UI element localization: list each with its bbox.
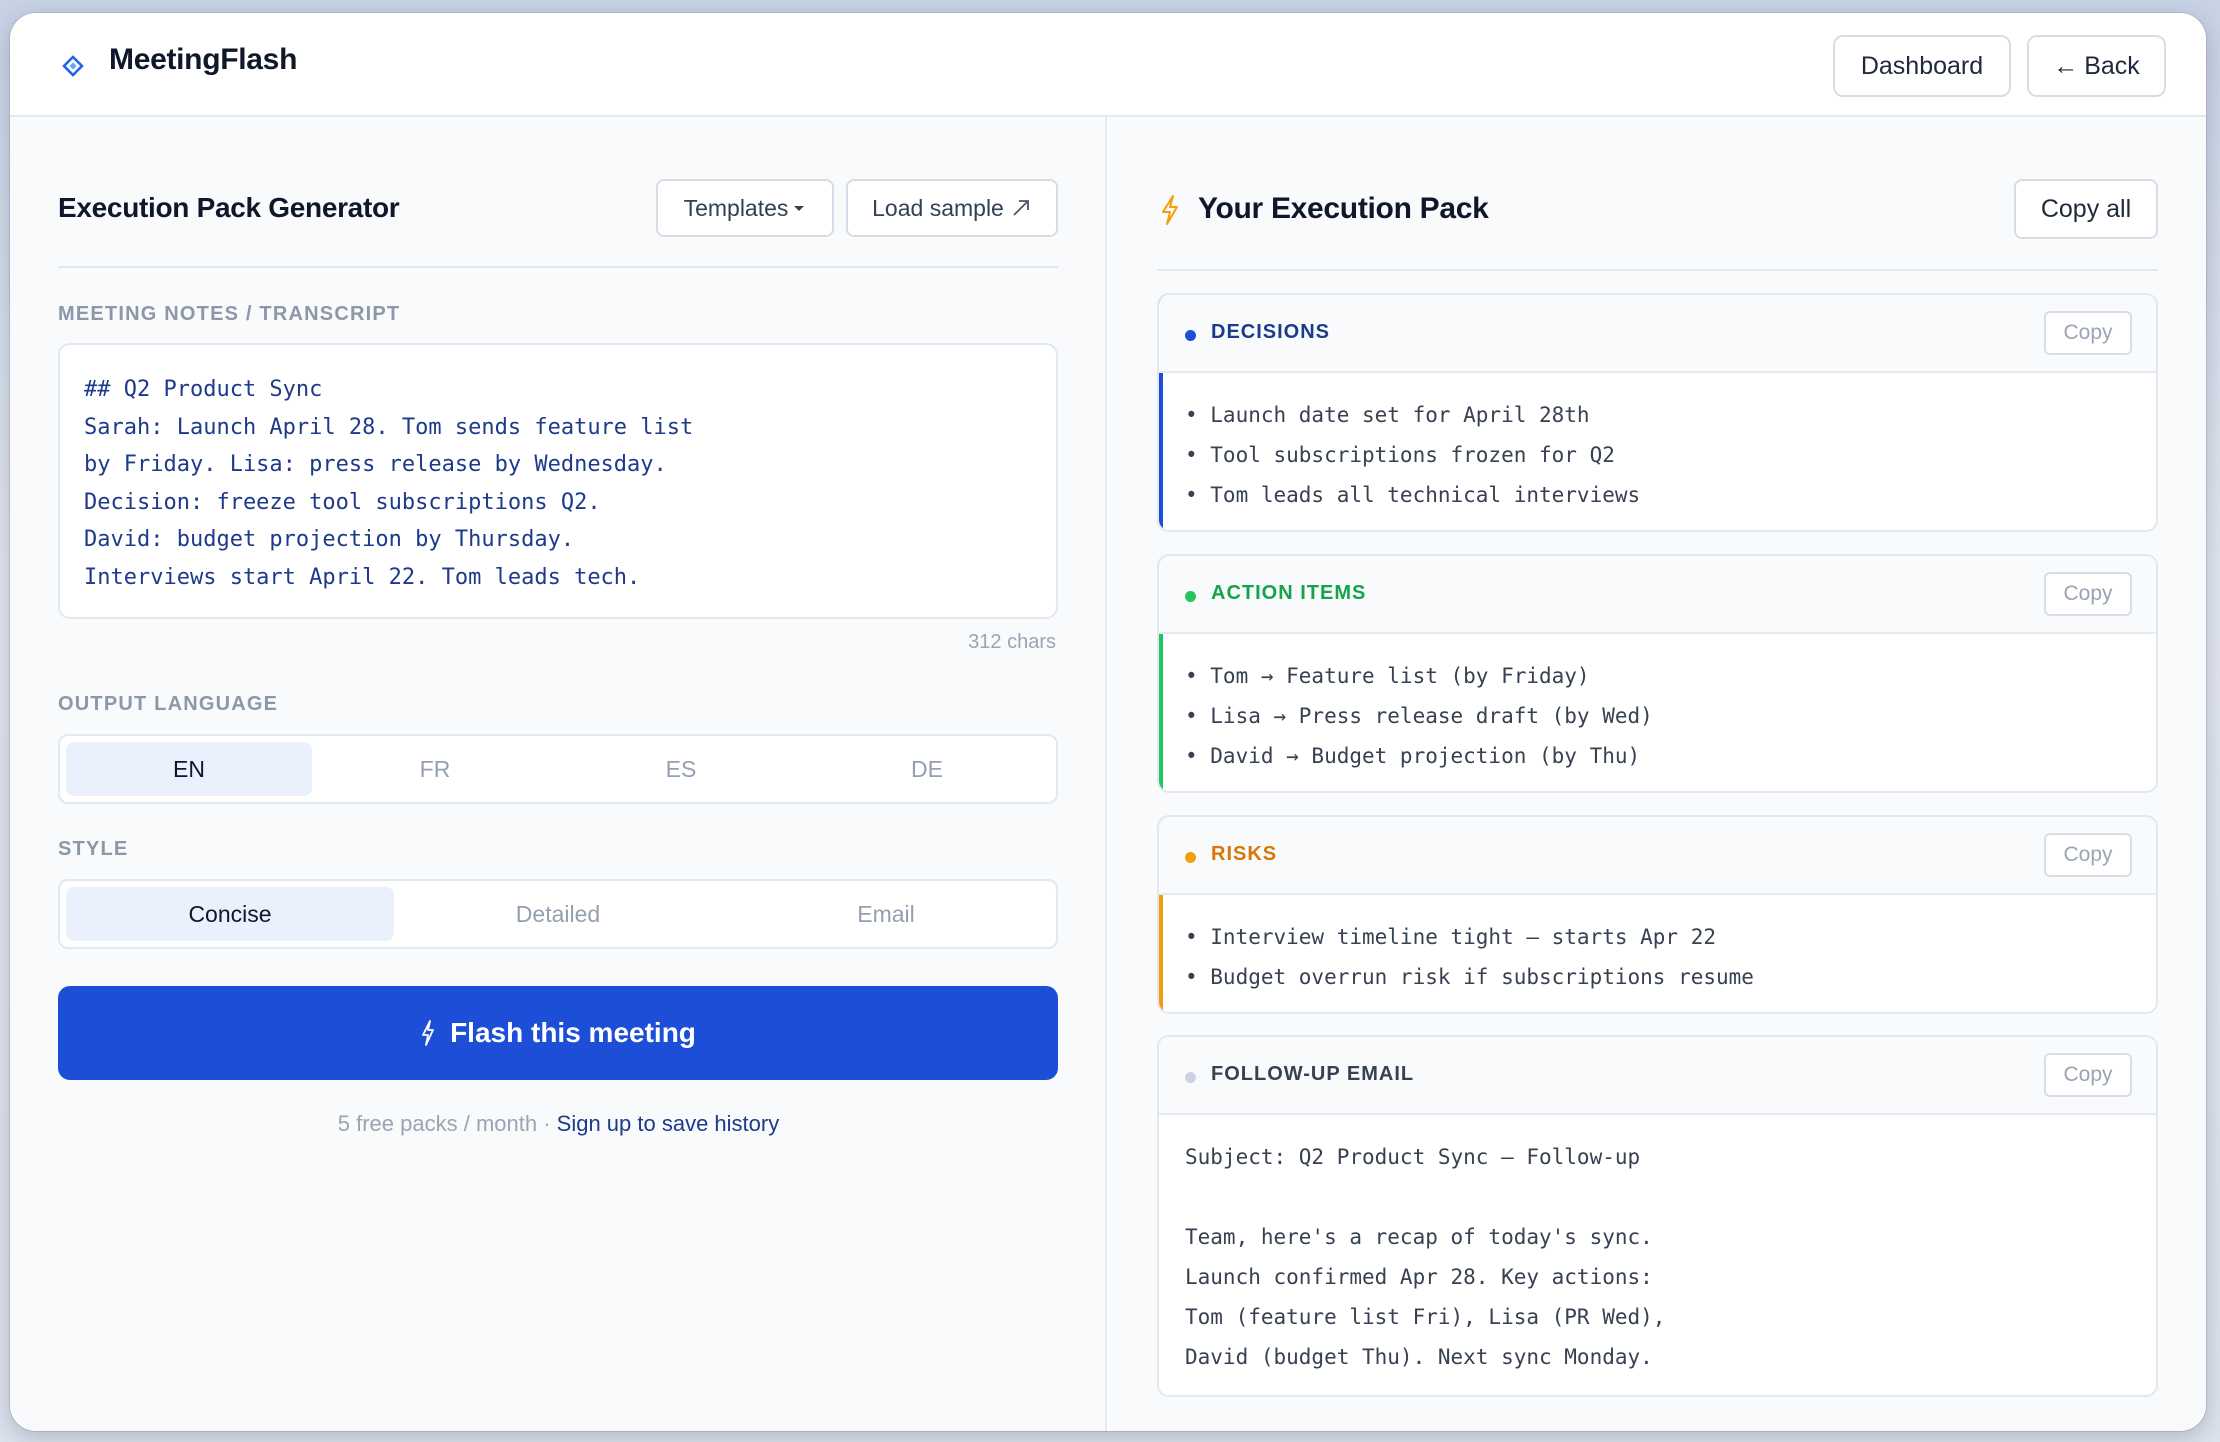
risk-item: • Interview timeline tight — starts Apr … <box>1185 925 1717 949</box>
action-items-title: ACTION ITEMS <box>1211 582 1367 604</box>
caret-down-icon <box>794 206 805 211</box>
templates-dropdown[interactable]: Templates <box>656 179 834 237</box>
email-line: Subject: Q2 Product Sync — Follow-up <box>1185 1145 1641 1169</box>
load-sample-button[interactable]: Load sample <box>846 179 1058 237</box>
email-line: David (budget Thu). Next sync Monday. <box>1185 1345 1653 1369</box>
decision-item: • Tool subscriptions frozen for Q2 <box>1185 443 1615 467</box>
back-button[interactable]: ← Back <box>2027 35 2166 97</box>
load-sample-label: Load sample <box>872 194 1004 221</box>
execution-pack-title: Your Execution Pack <box>1198 192 1489 225</box>
style-label: STYLE <box>58 838 129 860</box>
arrow-left-icon: ← <box>2053 51 2079 80</box>
notes-line: Sarah: Launch April 28. Tom sends featur… <box>84 414 694 440</box>
follow-up-email-header: FOLLOW-UP EMAIL Copy <box>1159 1037 2156 1115</box>
app-title: MeetingFlash <box>109 43 298 76</box>
action-item: • Lisa → Press release draft (by Wed) <box>1185 704 1653 728</box>
follow-up-email-card: FOLLOW-UP EMAIL Copy Subject: Q2 Product… <box>1157 1035 2158 1397</box>
top-bar: MeetingFlash Dashboard ← Back <box>10 13 2206 117</box>
risks-header: RISKS Copy <box>1159 817 2156 895</box>
bolt-icon <box>1162 195 1178 225</box>
free-plan-text: 5 free packs / month · <box>337 1111 557 1136</box>
decision-item: • Tom leads all technical interviews <box>1185 483 1641 507</box>
free-plan-note: 5 free packs / month · Sign up to save h… <box>10 1111 1107 1137</box>
action-items-card: ACTION ITEMS Copy • Tom → Feature list (… <box>1157 554 2158 793</box>
back-button-label: Back <box>2084 51 2140 80</box>
signup-link[interactable]: Sign up to save history <box>557 1111 780 1136</box>
char-count: 312 chars <box>968 631 1056 653</box>
notes-line: Interviews start April 22. Tom leads tec… <box>84 564 641 590</box>
output-language-label: OUTPUT LANGUAGE <box>58 693 279 715</box>
language-option-de[interactable]: DE <box>804 742 1050 796</box>
dot-icon <box>1185 330 1196 341</box>
external-arrow-icon <box>1013 200 1029 216</box>
language-option-fr[interactable]: FR <box>312 742 558 796</box>
decisions-header: DECISIONS Copy <box>1159 295 2156 373</box>
action-item: • David → Budget projection (by Thu) <box>1185 744 1641 768</box>
language-selector: EN FR ES DE <box>58 734 1058 804</box>
templates-label: Templates <box>683 194 789 221</box>
email-line: Team, here's a recap of today's sync. <box>1185 1225 1653 1249</box>
dot-icon <box>1185 852 1196 863</box>
action-item: • Tom → Feature list (by Friday) <box>1185 664 1590 688</box>
copy-decisions-button[interactable]: Copy <box>2044 311 2132 355</box>
style-option-concise[interactable]: Concise <box>66 887 394 941</box>
style-selector: Concise Detailed Email <box>58 879 1058 949</box>
app-window: MeetingFlash Dashboard ← Back Execution … <box>10 13 2206 1431</box>
dashboard-button[interactable]: Dashboard <box>1833 35 2011 97</box>
header-divider <box>58 266 1058 268</box>
style-option-detailed[interactable]: Detailed <box>394 887 722 941</box>
decisions-title: DECISIONS <box>1211 321 1331 343</box>
dot-icon <box>1185 1072 1196 1083</box>
copy-all-button[interactable]: Copy all <box>2014 179 2158 239</box>
follow-up-email-title: FOLLOW-UP EMAIL <box>1211 1063 1415 1085</box>
bolt-icon <box>422 1020 434 1046</box>
email-line: Launch confirmed Apr 28. Key actions: <box>1185 1265 1653 1289</box>
generator-panel: Execution Pack Generator Templates Load … <box>10 117 1107 1431</box>
header-divider <box>1157 269 2158 271</box>
dot-icon <box>1185 591 1196 602</box>
risks-card: RISKS Copy • Interview timeline tight — … <box>1157 815 2158 1014</box>
notes-line: David: budget projection by Thursday. <box>84 527 575 552</box>
logo-icon <box>62 55 84 77</box>
language-option-en[interactable]: EN <box>66 742 312 796</box>
execution-pack-panel: Your Execution Pack Copy all DECISIONS C… <box>1109 117 2206 1431</box>
language-option-es[interactable]: ES <box>558 742 804 796</box>
email-line: Tom (feature list Fri), Lisa (PR Wed), <box>1185 1305 1666 1329</box>
risk-item: • Budget overrun risk if subscriptions r… <box>1185 965 1754 989</box>
copy-action-items-button[interactable]: Copy <box>2044 572 2132 616</box>
generator-title: Execution Pack Generator <box>58 192 400 223</box>
decisions-card: DECISIONS Copy • Launch date set for Apr… <box>1157 293 2158 532</box>
risks-title: RISKS <box>1211 843 1278 865</box>
action-items-header: ACTION ITEMS Copy <box>1159 556 2156 634</box>
copy-all-label: Copy all <box>2040 194 2132 223</box>
copy-follow-up-button[interactable]: Copy <box>2044 1053 2132 1097</box>
notes-textarea[interactable]: ## Q2 Product Sync Sarah: Launch April 2… <box>58 343 1058 619</box>
dashboard-button-label: Dashboard <box>1860 51 1984 80</box>
flash-meeting-label: Flash this meeting <box>450 1017 696 1048</box>
notes-line: Decision: freeze tool subscriptions Q2. <box>84 489 601 515</box>
style-option-email[interactable]: Email <box>722 887 1050 941</box>
decision-item: • Launch date set for April 28th <box>1185 403 1590 427</box>
notes-label: MEETING NOTES / TRANSCRIPT <box>58 303 401 325</box>
email-line <box>1185 1177 2130 1217</box>
copy-risks-button[interactable]: Copy <box>2044 833 2132 877</box>
flash-meeting-button[interactable]: Flash this meeting <box>58 986 1058 1080</box>
notes-line: ## Q2 Product Sync <box>84 377 323 402</box>
notes-line: by Friday. Lisa: press release by Wednes… <box>84 452 667 477</box>
